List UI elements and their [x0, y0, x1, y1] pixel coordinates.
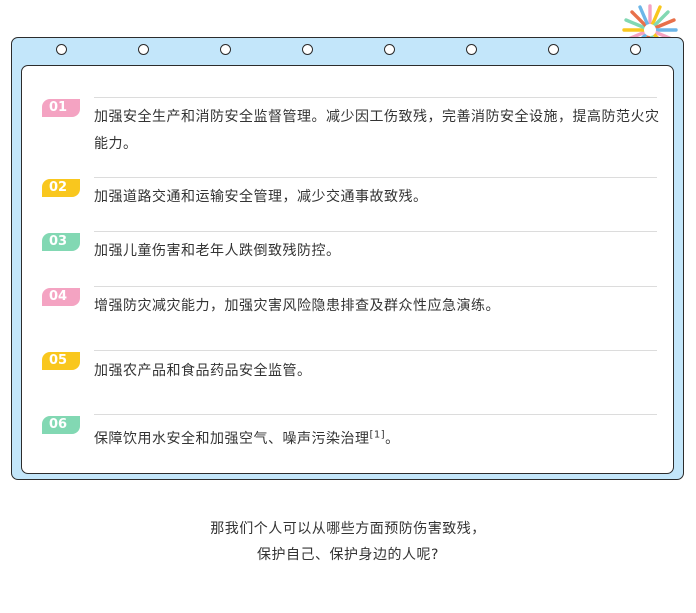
binder-hole — [302, 44, 313, 55]
divider — [94, 286, 657, 287]
binder-hole — [138, 44, 149, 55]
divider — [94, 177, 657, 178]
item-number-badge: 02 — [42, 179, 80, 197]
item-text: 加强安全生产和消防安全监督管理。减少因工伤致残，完善消防安全设施，提高防范火灾能… — [94, 109, 660, 152]
item-text-tail: 。 — [385, 431, 400, 447]
item-text: 保障饮用水安全和加强空气、噪声污染治理[1]。 — [94, 426, 660, 453]
item-number-badge: 04 — [42, 288, 80, 306]
footer-line: 保护自己、保护身边的人呢? — [257, 547, 439, 563]
binder-hole — [220, 44, 231, 55]
divider — [94, 97, 657, 98]
binder-hole — [548, 44, 559, 55]
item-number-badge: 06 — [42, 416, 80, 434]
binder-hole — [56, 44, 67, 55]
item-number-badge: 03 — [42, 233, 80, 251]
divider — [94, 414, 657, 415]
binder-hole — [384, 44, 395, 55]
item-text: 加强道路交通和运输安全管理，减少交通事故致残。 — [94, 189, 428, 205]
measures-sheet: 01 加强安全生产和消防安全监督管理。减少因工伤致残，完善消防安全设施，提高防范… — [21, 65, 674, 474]
binder-hole — [630, 44, 641, 55]
item-text-body: 保障饮用水安全和加强空气、噪声污染治理 — [94, 431, 370, 447]
item-text: 加强儿童伤害和老年人跌倒致残防控。 — [94, 243, 341, 259]
footer-line: 那我们个人可以从哪些方面预防伤害致残， — [210, 521, 486, 537]
item-number-badge: 05 — [42, 352, 80, 370]
divider — [94, 231, 657, 232]
binder-hole — [466, 44, 477, 55]
citation-link[interactable]: [1] — [370, 429, 386, 440]
item-text: 增强防灾减灾能力，加强灾害风险隐患排查及群众性应急演练。 — [94, 298, 500, 314]
notebook-board: 01 加强安全生产和消防安全监督管理。减少因工伤致残，完善消防安全设施，提高防范… — [11, 37, 684, 480]
item-number-badge: 01 — [42, 99, 80, 117]
divider — [94, 350, 657, 351]
footer-question: 那我们个人可以从哪些方面预防伤害致残， 保护自己、保护身边的人呢? — [0, 516, 696, 568]
item-text: 加强农产品和食品药品安全监管。 — [94, 363, 312, 379]
